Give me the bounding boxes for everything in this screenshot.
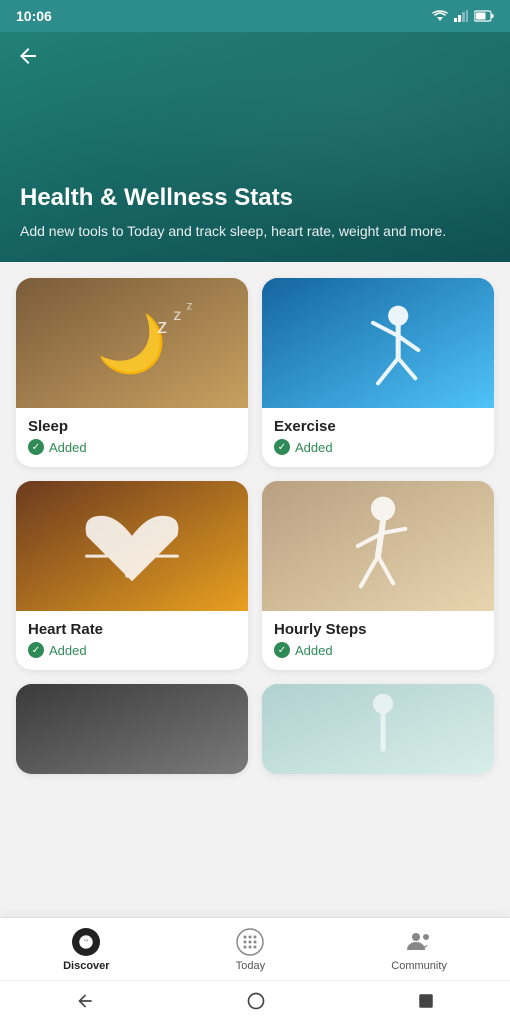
android-recents[interactable]: [417, 992, 435, 1010]
heartrate-added-label: Added: [49, 643, 87, 658]
exercise-added-label: Added: [295, 440, 333, 455]
today-label: Today: [236, 960, 265, 972]
hero-content: Health & Wellness Stats Add new tools to…: [20, 184, 490, 242]
today-icon: [236, 928, 264, 956]
community-icon: [405, 928, 433, 956]
discover-label: Discover: [63, 960, 109, 972]
hourlysteps-card-info: Hourly Steps ✓ Added: [262, 611, 494, 670]
exercise-card-title: Exercise: [274, 418, 482, 435]
exercise-card-info: Exercise ✓ Added: [262, 408, 494, 467]
sleep-added-label: Added: [49, 440, 87, 455]
sleep-card-title: Sleep: [28, 418, 236, 435]
partial-card-1[interactable]: [16, 684, 248, 774]
hourlysteps-added-label: Added: [295, 643, 333, 658]
heartrate-card-info: Heart Rate ✓ Added: [16, 611, 248, 670]
signal-icon: [454, 10, 468, 22]
exercise-card-image: [262, 278, 494, 408]
status-time: 10:06: [16, 8, 52, 24]
sleep-check-icon: ✓: [28, 439, 44, 455]
wifi-icon: [432, 10, 448, 22]
sleep-card-status: ✓ Added: [28, 439, 236, 455]
discover-icon-circle: [72, 928, 100, 956]
android-back[interactable]: [75, 991, 95, 1011]
battery-icon: [474, 10, 494, 22]
partial-card-2-image: [262, 684, 494, 774]
sleep-card-image: 🌙 z z z: [16, 278, 248, 408]
svg-text:z: z: [173, 306, 181, 324]
hourlysteps-card-status: ✓ Added: [274, 642, 482, 658]
android-home[interactable]: [246, 991, 266, 1011]
exercise-card-status: ✓ Added: [274, 439, 482, 455]
back-button[interactable]: [16, 44, 40, 68]
sleep-card[interactable]: 🌙 z z z Sleep ✓ Added: [16, 278, 248, 467]
hero-section: Health & Wellness Stats Add new tools to…: [0, 32, 510, 262]
heartrate-check-icon: ✓: [28, 642, 44, 658]
heartrate-card-image: [16, 481, 248, 611]
discover-icon: [72, 928, 100, 956]
exercise-card[interactable]: Exercise ✓ Added: [262, 278, 494, 467]
cards-section: 🌙 z z z Sleep ✓ Added: [0, 262, 510, 790]
hourlysteps-card[interactable]: Hourly Steps ✓ Added: [262, 481, 494, 670]
bottom-nav: Discover Today: [0, 917, 510, 980]
nav-discover[interactable]: Discover: [63, 928, 109, 972]
hourlysteps-card-title: Hourly Steps: [274, 621, 482, 638]
sleep-card-info: Sleep ✓ Added: [16, 408, 248, 467]
android-nav: [0, 980, 510, 1020]
exercise-check-icon: ✓: [274, 439, 290, 455]
heartrate-card[interactable]: Heart Rate ✓ Added: [16, 481, 248, 670]
svg-text:z: z: [157, 316, 167, 338]
nav-today[interactable]: Today: [236, 928, 265, 972]
community-label: Community: [391, 960, 447, 972]
heartrate-card-status: ✓ Added: [28, 642, 236, 658]
svg-text:z: z: [186, 299, 192, 313]
status-bar: 10:06: [0, 0, 510, 32]
hero-subtitle: Add new tools to Today and track sleep, …: [20, 221, 490, 242]
partial-card-1-image: [16, 684, 248, 774]
status-icons: [432, 10, 494, 22]
partial-card-2[interactable]: [262, 684, 494, 774]
nav-community[interactable]: Community: [391, 928, 447, 972]
partial-cards-row: [16, 684, 494, 774]
cards-grid: 🌙 z z z Sleep ✓ Added: [16, 278, 494, 670]
hourlysteps-card-image: [262, 481, 494, 611]
hourlysteps-check-icon: ✓: [274, 642, 290, 658]
heartrate-card-title: Heart Rate: [28, 621, 236, 638]
hero-title: Health & Wellness Stats: [20, 184, 490, 213]
